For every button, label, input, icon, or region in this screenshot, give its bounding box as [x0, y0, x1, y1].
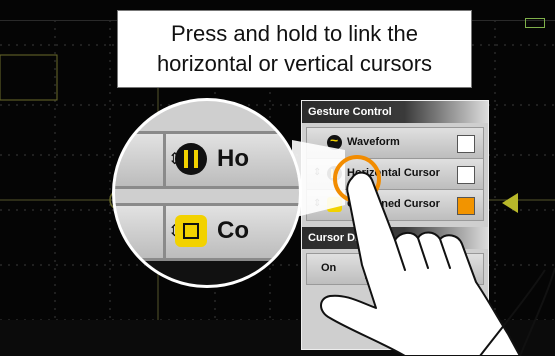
hand-pointer-icon: [320, 171, 555, 356]
scope-screen: Press and hold to link the horizontal or…: [0, 0, 555, 356]
